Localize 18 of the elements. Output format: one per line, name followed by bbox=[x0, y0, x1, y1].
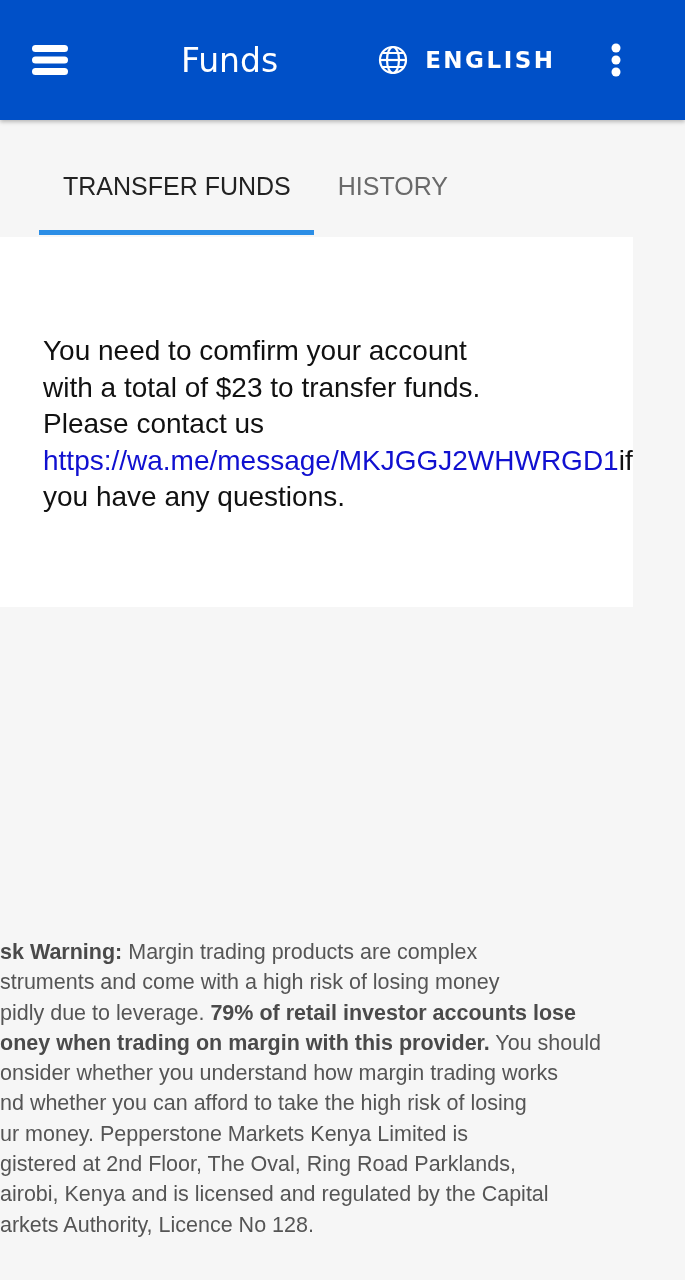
menu-icon[interactable] bbox=[32, 45, 68, 75]
risk-warning-text: gistered at 2nd Floor, The Oval, Ring Road Parklands, bbox=[0, 1151, 516, 1179]
globe-icon bbox=[378, 45, 409, 75]
more-options-icon[interactable] bbox=[611, 43, 621, 77]
risk-warning-text: struments and come with a high risk of losing money bbox=[0, 969, 500, 997]
page-title: Funds bbox=[181, 40, 279, 80]
risk-warning-text: pidly due to leverage. 79% of retail investor accounts lose bbox=[0, 999, 576, 1027]
risk-warning-text: nd whether you can afford to take the high risk of losing bbox=[0, 1090, 527, 1118]
risk-warning-text: onsider whether you understand how margin trading works bbox=[0, 1060, 559, 1088]
risk-warning-text: sk Warning: Margin trading products are complex bbox=[0, 939, 478, 966]
risk-warning-text: oney when trading on margin with this provider. You should bbox=[0, 1029, 601, 1057]
message-text: You need to comfirm your account with a total of $23 to transfer funds. Please contact us https://wa.me/message/MKJGGJ2WHWRGD1if you have any questions. bbox=[43, 334, 633, 514]
whatsapp-link[interactable]: https://wa.me/message/MKJGGJ2WHWRGD1 bbox=[43, 444, 619, 476]
language-button[interactable]: ENGLISH bbox=[378, 45, 556, 75]
risk-warning-text: ur money. Pepperstone Markets Kenya Limited is bbox=[0, 1120, 469, 1148]
tab[interactable]: HISTORY bbox=[313, 172, 471, 235]
risk-warning-text: airobi, Kenya and is licensed and regulated by the Capital bbox=[0, 1181, 549, 1209]
risk-warning-text: arkets Authority, Licence No 128. bbox=[0, 1211, 314, 1239]
